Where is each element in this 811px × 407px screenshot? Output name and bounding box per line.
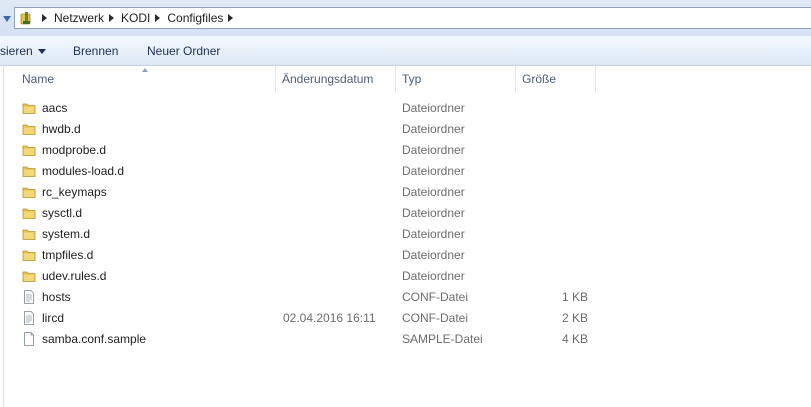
folder-icon (22, 143, 36, 157)
folder-icon (22, 248, 36, 262)
file-date: 02.04.2016 16:11 (283, 311, 376, 325)
file-row[interactable]: rc_keymaps Dateiordner (0, 182, 811, 203)
file-type: Dateiordner (402, 185, 465, 199)
column-header-date[interactable]: Änderungsdatum (276, 66, 396, 92)
file-row[interactable]: sysctl.d Dateiordner (0, 203, 811, 224)
network-folder-icon[interactable] (19, 10, 33, 26)
recent-pages-dropdown[interactable] (0, 8, 14, 30)
file-type: Dateiordner (402, 248, 465, 262)
file-size: 1 KB (561, 290, 588, 304)
file-name: modprobe.d (42, 143, 107, 157)
file-name: modules-load.d (42, 164, 125, 178)
file-name: hwdb.d (42, 122, 81, 136)
folder-icon (22, 101, 36, 115)
file-name: sysctl.d (42, 206, 83, 220)
chevron-down-icon (3, 16, 11, 22)
file-list: Name Änderungsdatum Typ Größe aacs Datei… (0, 66, 811, 407)
breadcrumb-separator-icon[interactable] (109, 14, 115, 22)
file-row[interactable]: samba.conf.sample SAMPLE-Datei 4 KB (0, 329, 811, 350)
breadcrumb-separator-icon[interactable] (155, 14, 161, 22)
chevron-down-icon (37, 49, 46, 55)
file-type: CONF-Datei (402, 290, 469, 304)
file-type: Dateiordner (402, 227, 465, 241)
file-type: Dateiordner (402, 269, 465, 283)
folder-icon (22, 227, 36, 241)
address-bar: Netzwerk KODI Configfiles (0, 0, 811, 36)
file-row[interactable]: hwdb.d Dateiordner (0, 119, 811, 140)
burn-button[interactable]: Brennen (73, 36, 118, 66)
explorer-window: Netzwerk KODI Configfiles sieren Brennen… (0, 0, 811, 407)
file-type: CONF-Datei (402, 311, 469, 325)
sort-ascending-icon (142, 68, 148, 72)
file-name: system.d (42, 227, 91, 241)
folder-icon (22, 164, 36, 178)
file-row[interactable]: modprobe.d Dateiordner (0, 140, 811, 161)
file-type: SAMPLE-Datei (402, 332, 483, 346)
breadcrumb-item-network[interactable]: Netzwerk (54, 11, 104, 25)
breadcrumb[interactable]: Netzwerk KODI Configfiles (14, 7, 811, 29)
file-row[interactable]: system.d Dateiordner (0, 224, 811, 245)
file-name: samba.conf.sample (42, 332, 147, 346)
file-size: 4 KB (561, 332, 588, 346)
folder-icon (22, 185, 36, 199)
file-row[interactable]: lircd 02.04.2016 16:11 CONF-Datei 2 KB (0, 308, 811, 329)
file-row[interactable]: aacs Dateiordner (0, 98, 811, 119)
breadcrumb-separator-icon[interactable] (42, 14, 47, 22)
breadcrumb-item-kodi[interactable]: KODI (121, 11, 150, 25)
column-header-date-label: Änderungsdatum (282, 72, 374, 86)
file-type: Dateiordner (402, 122, 465, 136)
file-type: Dateiordner (402, 206, 465, 220)
new-folder-button[interactable]: Neuer Ordner (147, 36, 220, 66)
file-name: udev.rules.d (42, 269, 107, 283)
text-file-icon (22, 290, 36, 304)
column-header-type-label: Typ (402, 72, 422, 86)
file-name: aacs (42, 101, 68, 115)
breadcrumb-item-configfiles[interactable]: Configfiles (167, 11, 223, 25)
file-name: rc_keymaps (42, 185, 107, 199)
file-name: hosts (42, 290, 71, 304)
file-type: Dateiordner (402, 143, 465, 157)
organize-button[interactable]: sieren (0, 36, 46, 66)
breadcrumb-separator-icon[interactable] (228, 14, 234, 22)
folder-icon (22, 122, 36, 136)
file-row[interactable]: modules-load.d Dateiordner (0, 161, 811, 182)
folder-icon (22, 206, 36, 220)
file-row[interactable]: udev.rules.d Dateiordner (0, 266, 811, 287)
file-type: Dateiordner (402, 101, 465, 115)
text-file-icon (22, 311, 36, 325)
file-size: 2 KB (561, 311, 588, 325)
column-header-name-label: Name (22, 72, 55, 86)
column-header-size-label: Größe (522, 72, 557, 86)
file-name: tmpfiles.d (42, 248, 94, 262)
organize-button-label: sieren (0, 44, 33, 58)
column-header-type[interactable]: Typ (396, 66, 516, 92)
column-header-size[interactable]: Größe (516, 66, 596, 92)
command-bar: sieren Brennen Neuer Ordner (0, 36, 811, 66)
file-rows: aacs Dateiordner hwdb.d Dateiordner modp… (0, 98, 811, 350)
folder-icon (22, 269, 36, 283)
file-row[interactable]: tmpfiles.d Dateiordner (0, 245, 811, 266)
file-row[interactable]: hosts CONF-Datei 1 KB (0, 287, 811, 308)
blank-file-icon (22, 332, 36, 346)
file-name: lircd (42, 311, 65, 325)
file-type: Dateiordner (402, 164, 465, 178)
